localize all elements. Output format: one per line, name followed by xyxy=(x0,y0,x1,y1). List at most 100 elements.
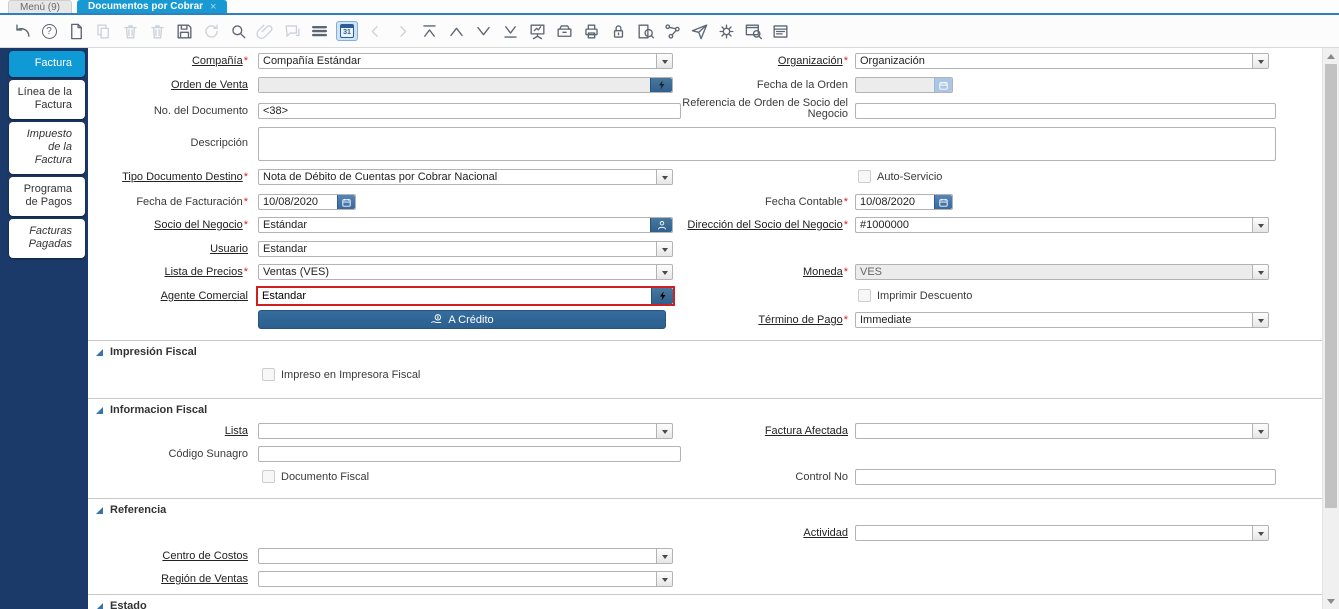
usuario-select[interactable]: Estandar xyxy=(258,241,673,257)
centro-costos-label[interactable]: Centro de Costos xyxy=(90,550,248,562)
new-record-icon[interactable] xyxy=(66,21,86,41)
archive-icon[interactable] xyxy=(554,21,574,41)
chevron-down-icon[interactable] xyxy=(1252,424,1268,438)
control-no-input[interactable] xyxy=(855,469,1276,485)
socio-negocio-label[interactable]: Socio del Negocio* xyxy=(90,219,248,231)
termino-pago-label[interactable]: Término de Pago* xyxy=(660,314,848,326)
a-credito-button[interactable]: A Crédito xyxy=(258,310,666,329)
sidebar-item-impuesto-factura[interactable]: Impuesto de la Factura xyxy=(9,122,85,174)
fecha-contable-field[interactable]: 10/08/2020 xyxy=(855,194,953,210)
direccion-socio-label[interactable]: Dirección del Socio del Negocio* xyxy=(660,219,848,231)
lock-icon[interactable] xyxy=(608,21,628,41)
calendar-picker-icon[interactable] xyxy=(337,195,355,209)
organizacion-select[interactable]: Organización xyxy=(855,53,1269,69)
first-record-icon[interactable] xyxy=(419,21,439,41)
region-ventas-select[interactable] xyxy=(258,571,673,587)
sidebar-item-facturas-pagadas[interactable]: Facturas Pagadas xyxy=(9,219,85,258)
compania-label[interactable]: Compañía* xyxy=(90,55,248,67)
factura-afectada-label[interactable]: Factura Afectada xyxy=(660,425,848,437)
termino-pago-select[interactable]: Immediate xyxy=(855,312,1269,328)
chevron-down-icon[interactable] xyxy=(656,242,672,256)
chevron-down-icon[interactable] xyxy=(1252,54,1268,68)
lista-label[interactable]: Lista xyxy=(90,425,248,437)
organizacion-label[interactable]: Organización* xyxy=(660,55,848,67)
previous-record-icon[interactable] xyxy=(446,21,466,41)
section-collapse-icon[interactable] xyxy=(96,602,103,609)
section-collapse-icon[interactable] xyxy=(96,406,103,414)
section-collapse-icon[interactable] xyxy=(96,506,103,514)
grid-toggle-icon[interactable] xyxy=(309,21,329,41)
scroll-up-icon[interactable] xyxy=(1327,54,1335,59)
delete-selection-icon[interactable] xyxy=(147,21,167,41)
auto-servicio-checkbox[interactable] xyxy=(858,170,871,183)
actividad-select[interactable] xyxy=(855,525,1269,541)
referencia-orden-input[interactable] xyxy=(855,103,1276,119)
fecha-facturacion-field[interactable]: 10/08/2020 xyxy=(258,194,356,210)
direccion-socio-select[interactable]: #1000000 xyxy=(855,217,1269,233)
delete-record-icon[interactable] xyxy=(120,21,140,41)
compania-select[interactable]: Compañía Estándar xyxy=(258,53,673,69)
actividad-label[interactable]: Actividad xyxy=(660,527,848,539)
chevron-left-icon[interactable] xyxy=(365,21,385,41)
sidebar-item-factura[interactable]: Factura xyxy=(9,51,85,77)
refresh-icon[interactable] xyxy=(201,21,221,41)
centro-costos-select[interactable] xyxy=(258,548,673,564)
chat-icon[interactable] xyxy=(282,21,302,41)
orden-venta-field[interactable] xyxy=(258,77,673,93)
lista-select[interactable] xyxy=(258,423,673,439)
sidebar-item-programa-pagos[interactable]: Programa de Pagos xyxy=(9,177,85,216)
workflow-icon[interactable] xyxy=(662,21,682,41)
tab-menu[interactable]: Menú (9) xyxy=(8,0,73,13)
chevron-down-icon[interactable] xyxy=(656,572,672,586)
scroll-down-icon[interactable] xyxy=(1327,599,1335,604)
chevron-right-icon[interactable] xyxy=(392,21,412,41)
imprimir-descuento-checkbox[interactable] xyxy=(858,289,871,302)
agente-comercial-field[interactable]: Estandar xyxy=(256,286,675,306)
report-icon[interactable] xyxy=(527,21,547,41)
find-icon[interactable] xyxy=(228,21,248,41)
chevron-down-icon[interactable] xyxy=(1252,313,1268,327)
descripcion-textarea[interactable] xyxy=(258,127,1276,161)
socio-negocio-field[interactable]: Estándar xyxy=(258,217,673,233)
tab-documentos-por-cobrar[interactable]: Documentos por Cobrar × xyxy=(77,0,228,13)
documento-fiscal-checkbox[interactable] xyxy=(262,470,275,483)
print-icon[interactable] xyxy=(581,21,601,41)
section-collapse-icon[interactable] xyxy=(96,348,103,356)
moneda-label[interactable]: Moneda* xyxy=(660,266,848,278)
search-record-icon[interactable] xyxy=(651,288,673,304)
section-referencia[interactable]: Referencia xyxy=(96,504,166,516)
codigo-sunagro-input[interactable] xyxy=(258,446,681,462)
report-window-icon[interactable] xyxy=(770,21,790,41)
close-icon[interactable]: × xyxy=(210,1,216,13)
vertical-scrollbar[interactable] xyxy=(1322,48,1339,609)
record-info-icon[interactable] xyxy=(743,21,763,41)
sidebar-item-linea-factura[interactable]: Línea de la Factura xyxy=(9,80,85,119)
no-documento-input[interactable]: <38> xyxy=(258,103,681,119)
undo-icon[interactable] xyxy=(12,21,32,41)
lista-precios-label[interactable]: Lista de Precios* xyxy=(90,266,248,278)
help-icon[interactable]: ? xyxy=(39,21,59,41)
factura-afectada-select[interactable] xyxy=(855,423,1269,439)
region-ventas-label[interactable]: Región de Ventas xyxy=(90,573,248,585)
chevron-down-icon[interactable] xyxy=(1252,526,1268,540)
impreso-impresora-checkbox[interactable] xyxy=(262,368,275,381)
calendar-picker-icon[interactable] xyxy=(934,78,952,92)
tipo-documento-select[interactable]: Nota de Débito de Cuentas por Cobrar Nac… xyxy=(258,169,673,185)
calendar-picker-icon[interactable] xyxy=(934,195,952,209)
orden-venta-label[interactable]: Orden de Venta xyxy=(90,79,248,91)
process-gear-icon[interactable] xyxy=(716,21,736,41)
scrollbar-thumb[interactable] xyxy=(1325,64,1337,508)
chevron-down-icon[interactable] xyxy=(1252,265,1268,279)
tipo-documento-label[interactable]: Tipo Documento Destino* xyxy=(90,171,248,183)
next-record-icon[interactable] xyxy=(473,21,493,41)
agente-comercial-label[interactable]: Agente Comercial xyxy=(90,290,248,302)
attachment-icon[interactable] xyxy=(255,21,275,41)
usuario-label[interactable]: Usuario xyxy=(90,243,248,255)
last-record-icon[interactable] xyxy=(500,21,520,41)
calendar-icon[interactable]: 31 xyxy=(336,21,358,41)
copy-record-icon[interactable] xyxy=(93,21,113,41)
chevron-down-icon[interactable] xyxy=(1252,218,1268,232)
section-estado[interactable]: Estado xyxy=(96,600,147,609)
zoom-across-icon[interactable] xyxy=(635,21,655,41)
send-mail-icon[interactable] xyxy=(689,21,709,41)
